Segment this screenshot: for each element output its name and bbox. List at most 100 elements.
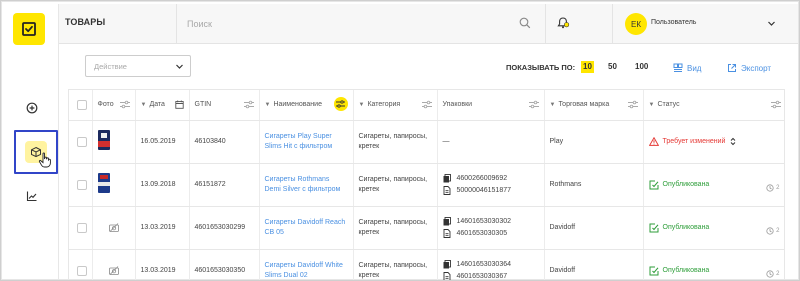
sidebar [4,4,59,279]
cell-packages: 14601653030364 4601653030367 [437,249,545,280]
view-button-label: Вид [687,64,702,73]
column-header-date[interactable]: ▼ Дата [135,90,190,121]
user-menu[interactable]: ЕК Пользователь [612,4,798,44]
column-label: Дата [149,101,165,109]
select-all-checkbox[interactable] [77,99,87,110]
table-row[interactable]: 13.09.2018 46151872 Сигареты Rothmans De… [69,163,784,207]
cell-status: Опубликована 2 [643,249,784,280]
search-input[interactable] [187,16,507,32]
page-size-option-100[interactable]: 100 [635,61,648,73]
row-checkbox[interactable] [77,136,87,147]
history-count[interactable]: 2 [766,226,780,236]
package-stack-icon [443,217,451,226]
select-all-cell [69,90,93,121]
cell-brand: Davidoff [544,206,644,250]
action-select[interactable]: Действие [85,55,191,77]
package-item: 14601653030302 [443,217,539,227]
page-size-label: ПОКАЗЫВАТЬ ПО: [506,63,576,72]
export-button[interactable]: Экспорт [727,63,771,73]
package-stack-icon [443,174,451,183]
package-item: 50000046151877 [443,186,539,196]
column-label: Наименование [273,101,322,109]
column-header-category[interactable]: ▼ Категория [353,90,438,121]
cell-brand: Rothmans [544,163,644,207]
page-size-option-50[interactable]: 50 [608,61,617,73]
status-badge[interactable]: Опубликована [649,266,781,276]
notifications-bell-icon[interactable] [556,16,570,30]
product-name-link[interactable]: Сигареты Play Super Slims Hit с фильтром [259,120,354,164]
sort-toggle-icon[interactable] [730,137,736,146]
product-name-link[interactable]: Сигареты Davidoff Reach CB 05 [259,206,354,250]
action-select-placeholder: Действие [94,62,127,71]
cell-gtin: 4601653030299 [189,206,260,250]
status-badge[interactable]: Опубликована [649,180,781,190]
column-header-brand[interactable]: ▼ Торговая марка [544,90,644,121]
product-name-link[interactable]: Сигареты Davidoff White Slims Dual 02 [259,249,354,280]
view-button[interactable]: Вид [673,63,701,73]
cell-packages: — [437,120,545,164]
cell-category: Сигареты, папиросы, кретек [353,163,438,207]
status-text: Требует изменений [662,137,726,145]
cell-status: Требует изменений [643,120,784,164]
product-photo[interactable] [97,172,110,193]
cell-gtin: 46103840 [189,120,260,164]
row-checkbox[interactable] [77,222,87,233]
app-logo[interactable] [13,13,45,45]
filter-active-badge[interactable] [333,97,348,111]
column-header-gtin[interactable]: GTIN [189,90,260,121]
sidebar-item-analytics[interactable] [4,176,59,216]
filter-sliders-icon[interactable] [421,100,432,109]
filter-sliders-icon[interactable] [528,100,539,109]
table-row[interactable]: 13.03.2019 4601653030350 Сигареты Davido… [69,249,784,280]
history-count[interactable]: 2 [766,269,780,279]
page-size-option-10[interactable]: 10 [581,61,594,73]
column-header-name[interactable]: ▼ Наименование [259,90,354,121]
status-badge[interactable]: Опубликована [649,223,781,233]
status-text: Опубликована [662,266,710,274]
status-text: Опубликована [662,223,710,231]
row-checkbox[interactable] [77,265,87,276]
history-count-text: 2 [776,184,780,191]
export-button-label: Экспорт [741,64,772,73]
published-icon [649,266,658,275]
filter-sliders-icon[interactable] [243,100,254,109]
package-item: 4601653030305 [443,229,539,239]
published-icon [649,180,658,189]
no-photo-icon[interactable] [108,266,119,275]
table-row[interactable]: 13.03.2019 4601653030299 Сигареты Davido… [69,206,784,250]
cell-category: Сигареты, папиросы, кретек [353,206,438,250]
package-icon [443,272,450,280]
column-header-photo[interactable]: Фото [92,90,136,121]
column-header-packages[interactable]: Упаковки [437,90,545,121]
cell-brand: Play [544,120,644,164]
package-code: 4600266009692 [456,174,508,182]
sidebar-item-products[interactable] [14,130,58,174]
sort-arrow-icon: ▼ [648,102,655,109]
top-bar: ТОВАРЫ ЕК Пользователь [59,4,798,44]
search-icon[interactable] [519,17,531,29]
filter-sliders-icon[interactable] [627,100,638,109]
cell-status: Опубликована 2 [643,206,784,250]
history-count[interactable]: 2 [766,183,780,193]
status-badge[interactable]: Требует изменений [648,137,781,147]
row-checkbox[interactable] [77,179,87,190]
calendar-icon[interactable] [174,100,184,109]
sidebar-item-add[interactable] [4,88,59,128]
no-photo-icon[interactable] [108,223,119,232]
search-box [176,4,546,44]
table-row[interactable]: 16.05.2019 46103840 Сигареты Play Super … [69,120,784,164]
cell-date: 13.09.2018 [135,163,190,207]
column-label: Фото [97,101,114,109]
product-photo[interactable] [97,129,110,150]
column-header-status[interactable]: ▼ Статус [643,90,784,121]
column-label: Упаковки [442,101,473,109]
cell-gtin: 46151872 [189,163,260,207]
sort-arrow-icon: ▼ [549,102,556,109]
product-name-link[interactable]: Сигареты Rothmans Demi Silver с фильтром [259,163,354,207]
filter-sliders-icon[interactable] [119,100,130,109]
published-icon [649,223,658,232]
checkbox-logo-icon [22,22,36,36]
sort-arrow-icon: ▼ [358,102,365,109]
history-count-text: 2 [776,270,780,277]
filter-sliders-icon[interactable] [770,100,781,109]
